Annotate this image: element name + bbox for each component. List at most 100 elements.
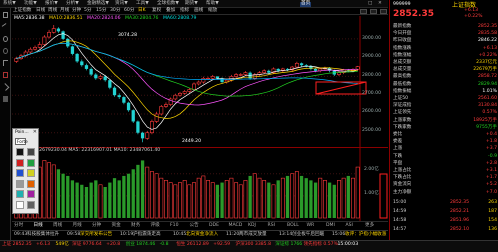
tab-item[interactable]: BOLL xyxy=(287,223,299,229)
color-swatch[interactable] xyxy=(27,190,35,198)
indicator-button[interactable]: 指标 xyxy=(180,8,189,14)
draw-button[interactable]: 画线 xyxy=(194,8,203,14)
period-5min-button[interactable]: 5分 xyxy=(84,8,92,14)
color-swatch[interactable] xyxy=(16,148,24,156)
candlestick-chart[interactable]: MA5:2836.38 MA10:2836.51 MA20:2824.06 MA… xyxy=(12,16,388,148)
news-headline[interactable]: 两市成交放量 xyxy=(239,232,267,238)
window-close-button[interactable]: ✕ xyxy=(378,1,382,7)
tab-item[interactable]: 更多 xyxy=(365,223,374,229)
volume-bar xyxy=(61,173,65,218)
color-swatch[interactable] xyxy=(16,200,24,209)
news-headline[interactable]: 北向资金净流入 xyxy=(186,232,218,238)
color-swatch[interactable] xyxy=(27,169,35,177)
period-minute-button[interactable]: 分钟 xyxy=(72,8,81,14)
menu-home-tab[interactable]: 首页 xyxy=(300,1,312,7)
candle xyxy=(145,130,150,140)
line-tool-icon[interactable] xyxy=(1,23,10,31)
tab-item[interactable]: F10 xyxy=(170,223,179,229)
quote-row-value: 2337亿元 xyxy=(476,60,497,65)
overlay-button[interactable]: 叠加 xyxy=(166,8,175,14)
popup-close-icon[interactable]: ✕ xyxy=(33,130,37,135)
tab-item[interactable]: 周线 xyxy=(53,223,62,229)
tab-item[interactable]: KDJ xyxy=(248,223,256,229)
quote-row-value: -0.9 xyxy=(488,153,497,159)
tab-item[interactable]: DMI xyxy=(326,223,335,229)
zoom-out-icon[interactable] xyxy=(3,48,8,54)
menu-function[interactable]: 功能▼ xyxy=(24,1,37,7)
zoom-in-icon[interactable] xyxy=(3,36,8,42)
tab-item[interactable]: 分时 xyxy=(14,223,23,229)
period-dayk-button[interactable]: 日K xyxy=(138,8,146,14)
tab-item[interactable]: WR xyxy=(307,223,315,229)
quote-row: 主力净额 +7.0 xyxy=(393,190,497,197)
news-headline[interactable]: 科技股集体拉升 xyxy=(27,232,59,238)
menu-tools[interactable]: 工具▼ xyxy=(136,1,149,7)
menu-help[interactable]: 帮助▼ xyxy=(206,1,219,7)
color-swatch[interactable] xyxy=(16,190,24,198)
period-month-button[interactable]: 月线 xyxy=(60,8,69,14)
color-swatch[interactable] xyxy=(27,148,35,156)
volume-bar xyxy=(355,166,360,219)
arrow-tool-icon[interactable] xyxy=(1,83,10,91)
eraser-icon[interactable] xyxy=(3,96,8,102)
tab-item[interactable]: ASI xyxy=(346,223,353,229)
color-picker-popup[interactable]: Poin... ✕ Forte xyxy=(12,128,39,214)
candle-body xyxy=(28,48,33,53)
color-swatch[interactable] xyxy=(16,158,24,167)
color-swatch[interactable] xyxy=(27,179,35,188)
crosshair-icon[interactable] xyxy=(3,12,8,18)
menu-global-index[interactable]: 全球指数▼ xyxy=(157,1,179,7)
next-page-icon[interactable] xyxy=(370,9,377,14)
tab-item[interactable]: 财务 xyxy=(131,223,140,229)
volume-bar xyxy=(309,180,313,218)
price-axis-2800: 2800.00 xyxy=(362,73,381,78)
period-week-button[interactable]: 周线 xyxy=(48,8,57,14)
period-60min-button[interactable]: 60分 xyxy=(124,8,134,14)
volume-chart[interactable]: VOLUME: 22679230.04 MA5: 22316907.01 MA1… xyxy=(12,148,388,221)
tab-item[interactable]: 分钟 xyxy=(92,223,101,229)
candle-body xyxy=(164,104,168,107)
menu-system[interactable]: 系统▼ xyxy=(3,1,16,7)
candle-body xyxy=(210,76,215,79)
volume-bar xyxy=(201,175,206,219)
color-swatch[interactable] xyxy=(27,200,35,209)
period-30min-button[interactable]: 30分 xyxy=(110,8,120,14)
volume-bar xyxy=(84,187,89,218)
quote-row-label: 委差 xyxy=(393,139,403,145)
color-swatch[interactable] xyxy=(16,169,24,177)
tab-item[interactable]: 日线 xyxy=(34,223,43,229)
tab-item[interactable]: RSI xyxy=(268,223,275,229)
news-headline[interactable]: 沪指震荡走高 xyxy=(133,232,161,238)
tab-item[interactable]: MACD xyxy=(229,223,243,229)
rectangle-tool-icon[interactable] xyxy=(3,72,8,78)
news-headline[interactable]: 收评：沪指小幅收涨 xyxy=(345,232,386,238)
menu-finance[interactable]: 金融精选▼ xyxy=(87,1,109,7)
news-headline[interactable]: 创业板午后回暖 xyxy=(292,232,324,238)
color-swatch[interactable] xyxy=(16,179,24,188)
tab-item[interactable]: 评级 xyxy=(151,223,160,229)
status-item: 恒生 26112.89 xyxy=(176,242,209,247)
color-swatch[interactable] xyxy=(27,158,35,167)
window-restore-button[interactable]: □ xyxy=(368,1,372,7)
period-15min-button[interactable]: 15分 xyxy=(96,8,106,14)
menu-news[interactable]: 资讯▼ xyxy=(115,1,128,7)
menu-quote[interactable]: 报价▼ xyxy=(45,1,58,7)
menu-analysis[interactable]: 分析▼ xyxy=(66,1,79,7)
period-day-button[interactable]: 日线 xyxy=(36,8,45,14)
tick-volume: 263 xyxy=(488,200,497,205)
text-tool-icon[interactable] xyxy=(3,60,8,66)
settings-icon[interactable] xyxy=(380,9,387,14)
news-headline[interactable]: 深交所发布公告 xyxy=(80,232,112,238)
tab-item[interactable]: 月线 xyxy=(73,223,82,229)
popup-field[interactable]: Forte xyxy=(15,138,28,145)
volume-bar xyxy=(304,178,308,218)
prev-page-icon[interactable] xyxy=(360,9,367,14)
quote-row: 下跌 -0.9 xyxy=(393,154,497,161)
tab-item[interactable]: 公告 xyxy=(190,223,199,229)
tab-item[interactable]: 资金 xyxy=(112,223,121,229)
menu-futures[interactable]: 期货▼ xyxy=(185,1,198,7)
adjust-button[interactable]: 复权 xyxy=(152,8,161,14)
zoom-button[interactable]: 缩放 xyxy=(208,8,217,14)
volume-bar xyxy=(332,184,336,218)
tab-item[interactable]: DDE xyxy=(209,223,219,229)
